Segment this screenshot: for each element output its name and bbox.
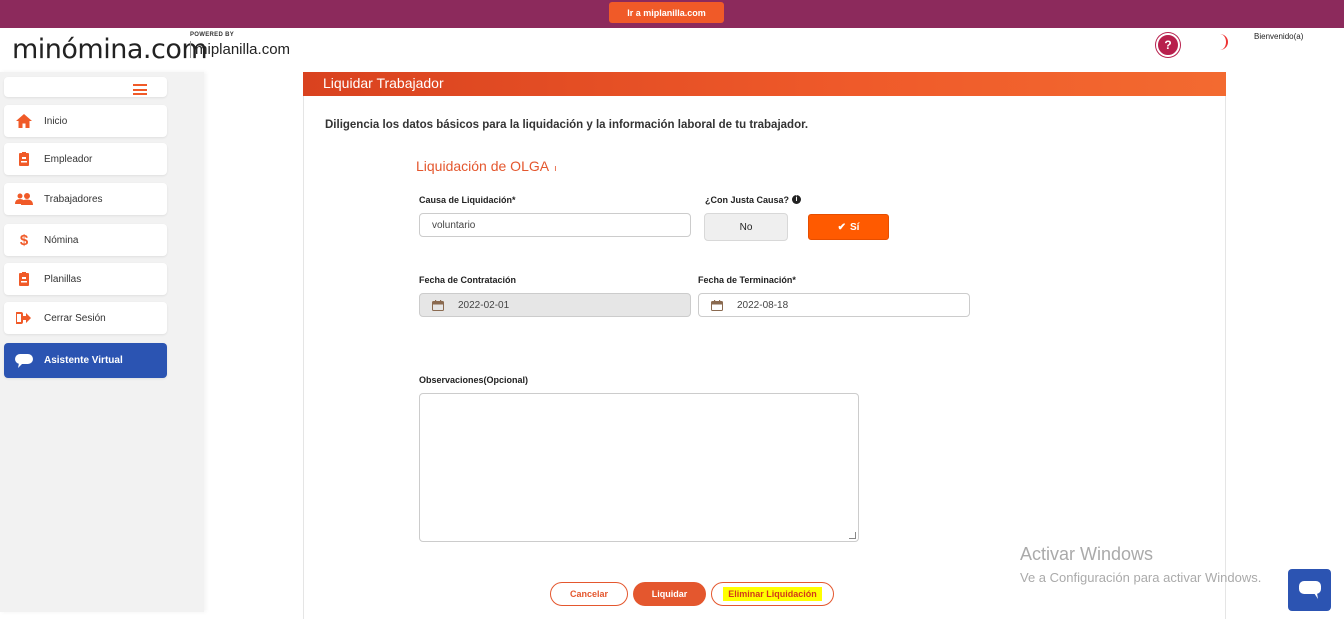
windows-activation-text: Ve a Configuración para activar Windows. bbox=[1020, 570, 1262, 585]
resize-handle-icon[interactable] bbox=[849, 532, 856, 539]
fecha-terminacion-input[interactable]: 2022-08-18 bbox=[698, 293, 970, 317]
dollar-icon: $ bbox=[19, 231, 29, 249]
cancel-button[interactable]: Cancelar bbox=[550, 582, 628, 606]
fecha-contratacion-label: Fecha de Contratación bbox=[419, 275, 517, 285]
go-miplanilla-button[interactable]: Ir a miplanilla.com bbox=[609, 2, 724, 23]
causa-input[interactable]: voluntario bbox=[419, 213, 691, 237]
sidebar-item-label: Trabajadores bbox=[44, 193, 103, 205]
logo[interactable]: minómina.com bbox=[12, 34, 208, 65]
top-bar: Ir a miplanilla.com bbox=[0, 0, 1344, 28]
partner-logo: miplanilla.com bbox=[190, 41, 290, 58]
page-title: Liquidar Trabajador bbox=[323, 75, 444, 91]
justa-causa-no-button[interactable]: No bbox=[704, 213, 788, 241]
sidebar-item-label: Inicio bbox=[44, 115, 68, 127]
causa-label: Causa de Liquidación* bbox=[419, 195, 516, 205]
powered-by-label: POWERED BY bbox=[190, 32, 235, 38]
users-icon bbox=[4, 193, 44, 205]
sidebar-item-inicio[interactable]: Inicio bbox=[4, 105, 167, 137]
loading-spinner-icon bbox=[1212, 34, 1228, 50]
justa-causa-label: ¿Con Justa Causa? i bbox=[705, 195, 802, 205]
check-icon: ✔ bbox=[837, 221, 846, 233]
fecha-contratacion-input: 2022-02-01 bbox=[419, 293, 691, 317]
sidebar-item-label: Asistente Virtual bbox=[44, 355, 123, 366]
hamburger-menu-icon[interactable] bbox=[133, 84, 147, 95]
intro-text: Diligencia los datos básicos para la liq… bbox=[325, 119, 809, 131]
sidebar-item-planillas[interactable]: Planillas bbox=[4, 263, 167, 295]
sidebar-item-label: Cerrar Sesión bbox=[44, 312, 106, 324]
info-icon[interactable]: i bbox=[792, 195, 802, 204]
chat-icon bbox=[1298, 581, 1321, 599]
sidebar-item-empleador[interactable]: Empleador bbox=[4, 143, 167, 175]
sidebar-item-label: Planillas bbox=[44, 273, 82, 285]
observaciones-label: Observaciones(Opcional) bbox=[419, 375, 529, 385]
sidebar-item-nomina[interactable]: $ Nómina bbox=[4, 224, 167, 256]
header: minómina.com POWERED BY miplanilla.com ?… bbox=[0, 28, 1344, 72]
calendar-icon bbox=[432, 299, 444, 311]
fecha-terminacion-label: Fecha de Terminación* bbox=[698, 275, 796, 285]
sidebar-item-label: Empleador bbox=[44, 153, 93, 165]
windows-activation-title: Activar Windows bbox=[1020, 544, 1154, 564]
justa-causa-si-button[interactable]: ✔ Sí bbox=[808, 214, 889, 240]
chat-icon bbox=[4, 353, 44, 368]
liquidar-button[interactable]: Liquidar bbox=[633, 582, 706, 606]
badge-icon bbox=[4, 272, 44, 286]
observaciones-textarea[interactable] bbox=[419, 393, 859, 542]
section-subtitle: Liquidación de OLGA ı bbox=[416, 158, 557, 174]
welcome-text: Bienvenido(a) bbox=[1254, 32, 1304, 41]
sidebar-item-trabajadores[interactable]: Trabajadores bbox=[4, 183, 167, 215]
eliminar-liquidacion-button[interactable]: Eliminar Liquidación bbox=[711, 582, 834, 606]
sidebar-item-cerrar-sesion[interactable]: Cerrar Sesión bbox=[4, 302, 167, 334]
badge-icon bbox=[4, 152, 44, 166]
calendar-icon bbox=[711, 299, 723, 311]
home-icon bbox=[4, 114, 44, 128]
sign-out-icon bbox=[4, 312, 44, 324]
chat-widget-button[interactable] bbox=[1288, 569, 1331, 611]
sidebar-item-asistente-virtual[interactable]: Asistente Virtual bbox=[4, 343, 167, 378]
help-icon[interactable]: ? bbox=[1156, 33, 1180, 57]
sidebar-item-label: Nómina bbox=[44, 234, 79, 246]
